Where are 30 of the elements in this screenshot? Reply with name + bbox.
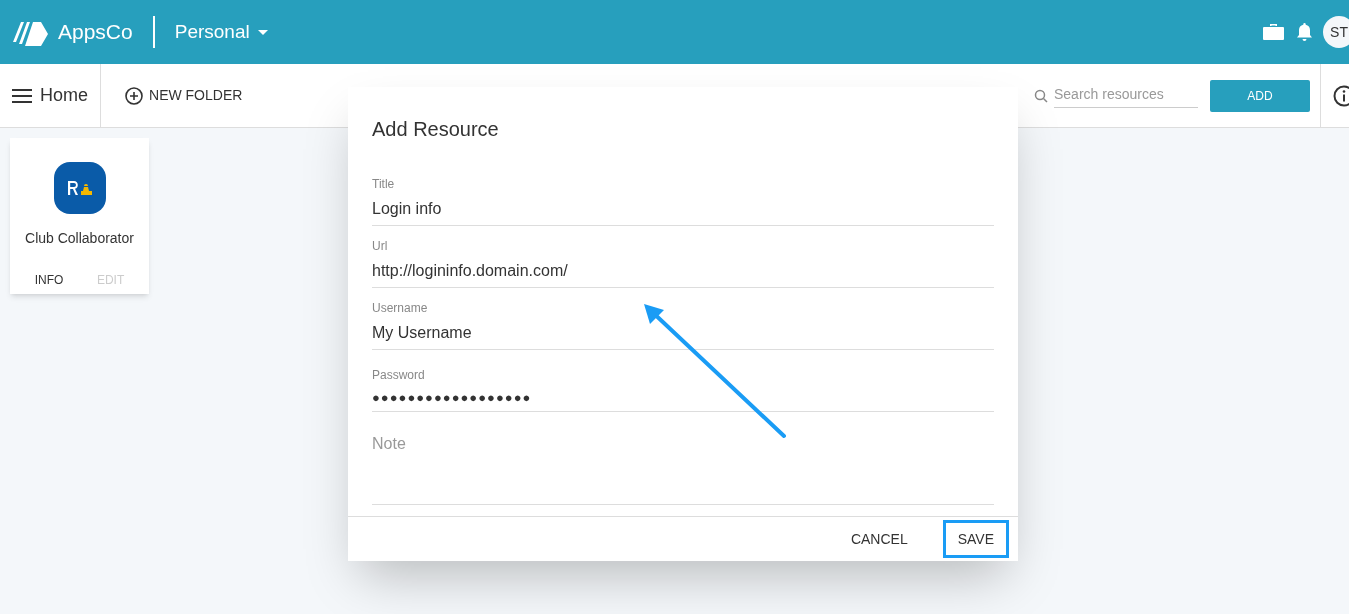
field-value: http://logininfo.domain.com/ [372,261,569,281]
dialog-button[interactable]: SAVE [942,520,1009,558]
field-label: Username [372,300,429,317]
app-title: Club Collaborator [25,229,134,248]
briefcase-icon[interactable] [1263,23,1284,41]
dialog-title: Add Resource [372,117,500,142]
plus-circle-icon [125,86,143,105]
home-menu-button[interactable]: Home [0,64,101,127]
bell-icon[interactable] [1296,22,1313,42]
text-field[interactable]: Title Login info [372,164,994,226]
field-value: My Username [372,323,473,343]
menu-icon [12,88,32,103]
app-logo-icon [53,162,106,214]
field-value: Login info [372,199,443,219]
note-field[interactable]: Note [372,432,994,505]
text-field[interactable]: Url http://logininfo.domain.com/ [372,226,994,288]
dialog-button[interactable]: CANCEL [835,520,923,558]
field-label: Password [372,366,426,384]
text-field[interactable]: Password ●●●●●●●●●●●●●●●●●● [372,350,994,412]
card-action-link[interactable]: INFO [34,271,64,289]
user-avatar[interactable]: ST [1323,16,1349,48]
search-field[interactable]: Search resources [1054,83,1198,108]
search-icon [1034,88,1048,103]
field-label: Url [372,238,389,255]
info-icon[interactable] [1333,84,1349,107]
field-label: Title [372,176,396,193]
field-value: ●●●●●●●●●●●●●●●●●● [372,388,533,407]
caret-icon [257,29,268,35]
new-folder-button[interactable]: NEW FOLDER [125,85,243,106]
brand-name: AppsCo [58,19,133,46]
